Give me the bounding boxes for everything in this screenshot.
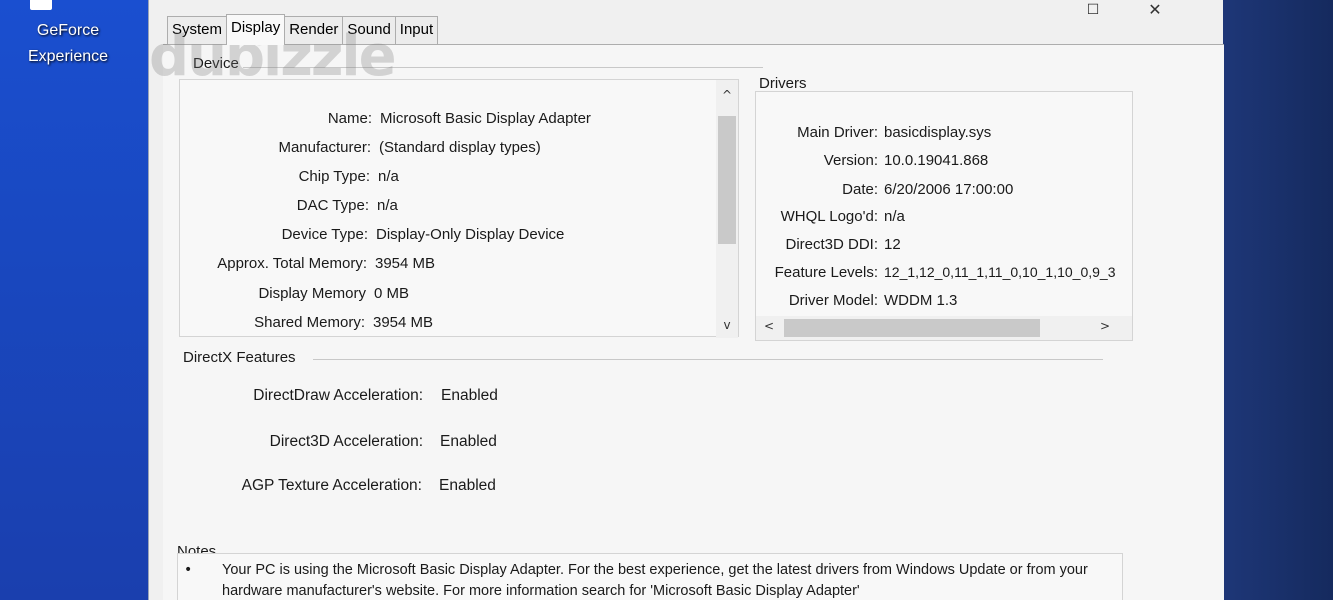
device-key: Manufacturer: bbox=[278, 139, 371, 156]
driver-key: Feature Levels: bbox=[774, 264, 878, 281]
driver-value: 6/20/2006 17:00:00 bbox=[884, 181, 1014, 198]
driver-key: Direct3D DDI: bbox=[785, 236, 878, 253]
driver-value: basicdisplay.sys bbox=[884, 124, 992, 141]
device-value: Display-Only Display Device bbox=[376, 226, 565, 243]
device-value: 0 MB bbox=[374, 285, 410, 302]
device-key: Device Type: bbox=[281, 226, 368, 243]
driver-value: n/a bbox=[884, 208, 905, 225]
dx-value: Enabled bbox=[439, 477, 496, 494]
dx-key: AGP Texture Acceleration: bbox=[241, 477, 422, 494]
driver-key: Driver Model: bbox=[788, 292, 878, 309]
device-key: Name: bbox=[327, 110, 372, 127]
notes-bullet: • bbox=[184, 562, 193, 578]
device-key: Shared Memory: bbox=[254, 314, 365, 331]
geforce-icon bbox=[30, 0, 52, 10]
device-vertical-scrollbar[interactable]: ^ v bbox=[716, 80, 738, 338]
directx-features-title: DirectX Features bbox=[183, 349, 296, 366]
device-value: Microsoft Basic Display Adapter bbox=[380, 110, 591, 127]
tab-input[interactable]: Input bbox=[394, 16, 439, 44]
driver-key: Date: bbox=[842, 181, 878, 198]
scroll-right-arrow-icon[interactable]: > bbox=[1096, 319, 1114, 333]
scroll-thumb[interactable] bbox=[718, 116, 736, 244]
desktop-right-strip bbox=[1221, 0, 1333, 600]
driver-value: WDDM 1.3 bbox=[884, 292, 958, 309]
display-tab-panel: Device Name: Microsoft Basic Display Ada… bbox=[163, 44, 1224, 600]
device-key: Chip Type: bbox=[298, 168, 370, 185]
driver-value: 10.0.19041.868 bbox=[884, 152, 989, 169]
close-button[interactable]: ✕ bbox=[1135, 0, 1175, 20]
notes-box: • Your PC is using the Microsoft Basic D… bbox=[177, 553, 1123, 600]
scroll-up-arrow-icon[interactable]: ^ bbox=[718, 88, 736, 102]
scroll-down-arrow-icon[interactable]: v bbox=[718, 318, 736, 332]
driver-key: Version: bbox=[823, 152, 878, 169]
drivers-group-title: Drivers bbox=[759, 75, 807, 92]
device-key: Display Memory bbox=[258, 285, 366, 302]
driver-value: 12_1,12_0,11_1,11_0,10_1,10_0,9_3 bbox=[884, 264, 1116, 280]
desktop-background: GeForce Experience bbox=[0, 0, 148, 600]
dxdiag-window: ☐ ✕ System Display Render Sound Input De… bbox=[148, 0, 1224, 600]
maximize-button[interactable]: ☐ bbox=[1073, 0, 1113, 20]
device-value: n/a bbox=[377, 197, 398, 214]
desktop-icon-label-line2: Experience bbox=[27, 48, 109, 65]
notes-text: Your PC is using the Microsoft Basic Dis… bbox=[222, 562, 1088, 599]
desktop-icon-label: GeForce Experience bbox=[8, 18, 128, 70]
driver-key: WHQL Logo'd: bbox=[780, 208, 878, 225]
device-value: 3954 MB bbox=[375, 255, 436, 272]
scroll-left-arrow-icon[interactable]: < bbox=[760, 319, 778, 333]
drivers-info-box: Main Driver: basicdisplay.sys Version: 1… bbox=[755, 91, 1133, 341]
dx-value: Enabled bbox=[440, 433, 497, 450]
dx-key: DirectDraw Acceleration: bbox=[253, 387, 423, 404]
device-value: n/a bbox=[378, 168, 399, 185]
driver-value: 12 bbox=[884, 236, 901, 253]
driver-key: Main Driver: bbox=[797, 124, 878, 141]
device-key: DAC Type: bbox=[296, 197, 369, 214]
dx-key: Direct3D Acceleration: bbox=[269, 433, 423, 450]
device-value: 3954 MB bbox=[373, 314, 434, 331]
geforce-experience-shortcut[interactable]: GeForce Experience bbox=[8, 0, 140, 80]
drivers-horizontal-scrollbar[interactable]: < > bbox=[756, 316, 1132, 340]
device-value: (Standard display types) bbox=[379, 139, 541, 156]
directx-group-line bbox=[313, 359, 1103, 360]
window-controls: ☐ ✕ bbox=[1063, 0, 1223, 22]
device-info-box: Name: Microsoft Basic Display Adapter Ma… bbox=[179, 79, 739, 338]
scroll-thumb[interactable] bbox=[784, 319, 1040, 337]
device-key: Approx. Total Memory: bbox=[217, 255, 367, 272]
desktop-icon-label-line1: GeForce bbox=[36, 22, 100, 39]
tab-display[interactable]: Display bbox=[226, 14, 286, 45]
dx-value: Enabled bbox=[441, 387, 498, 404]
